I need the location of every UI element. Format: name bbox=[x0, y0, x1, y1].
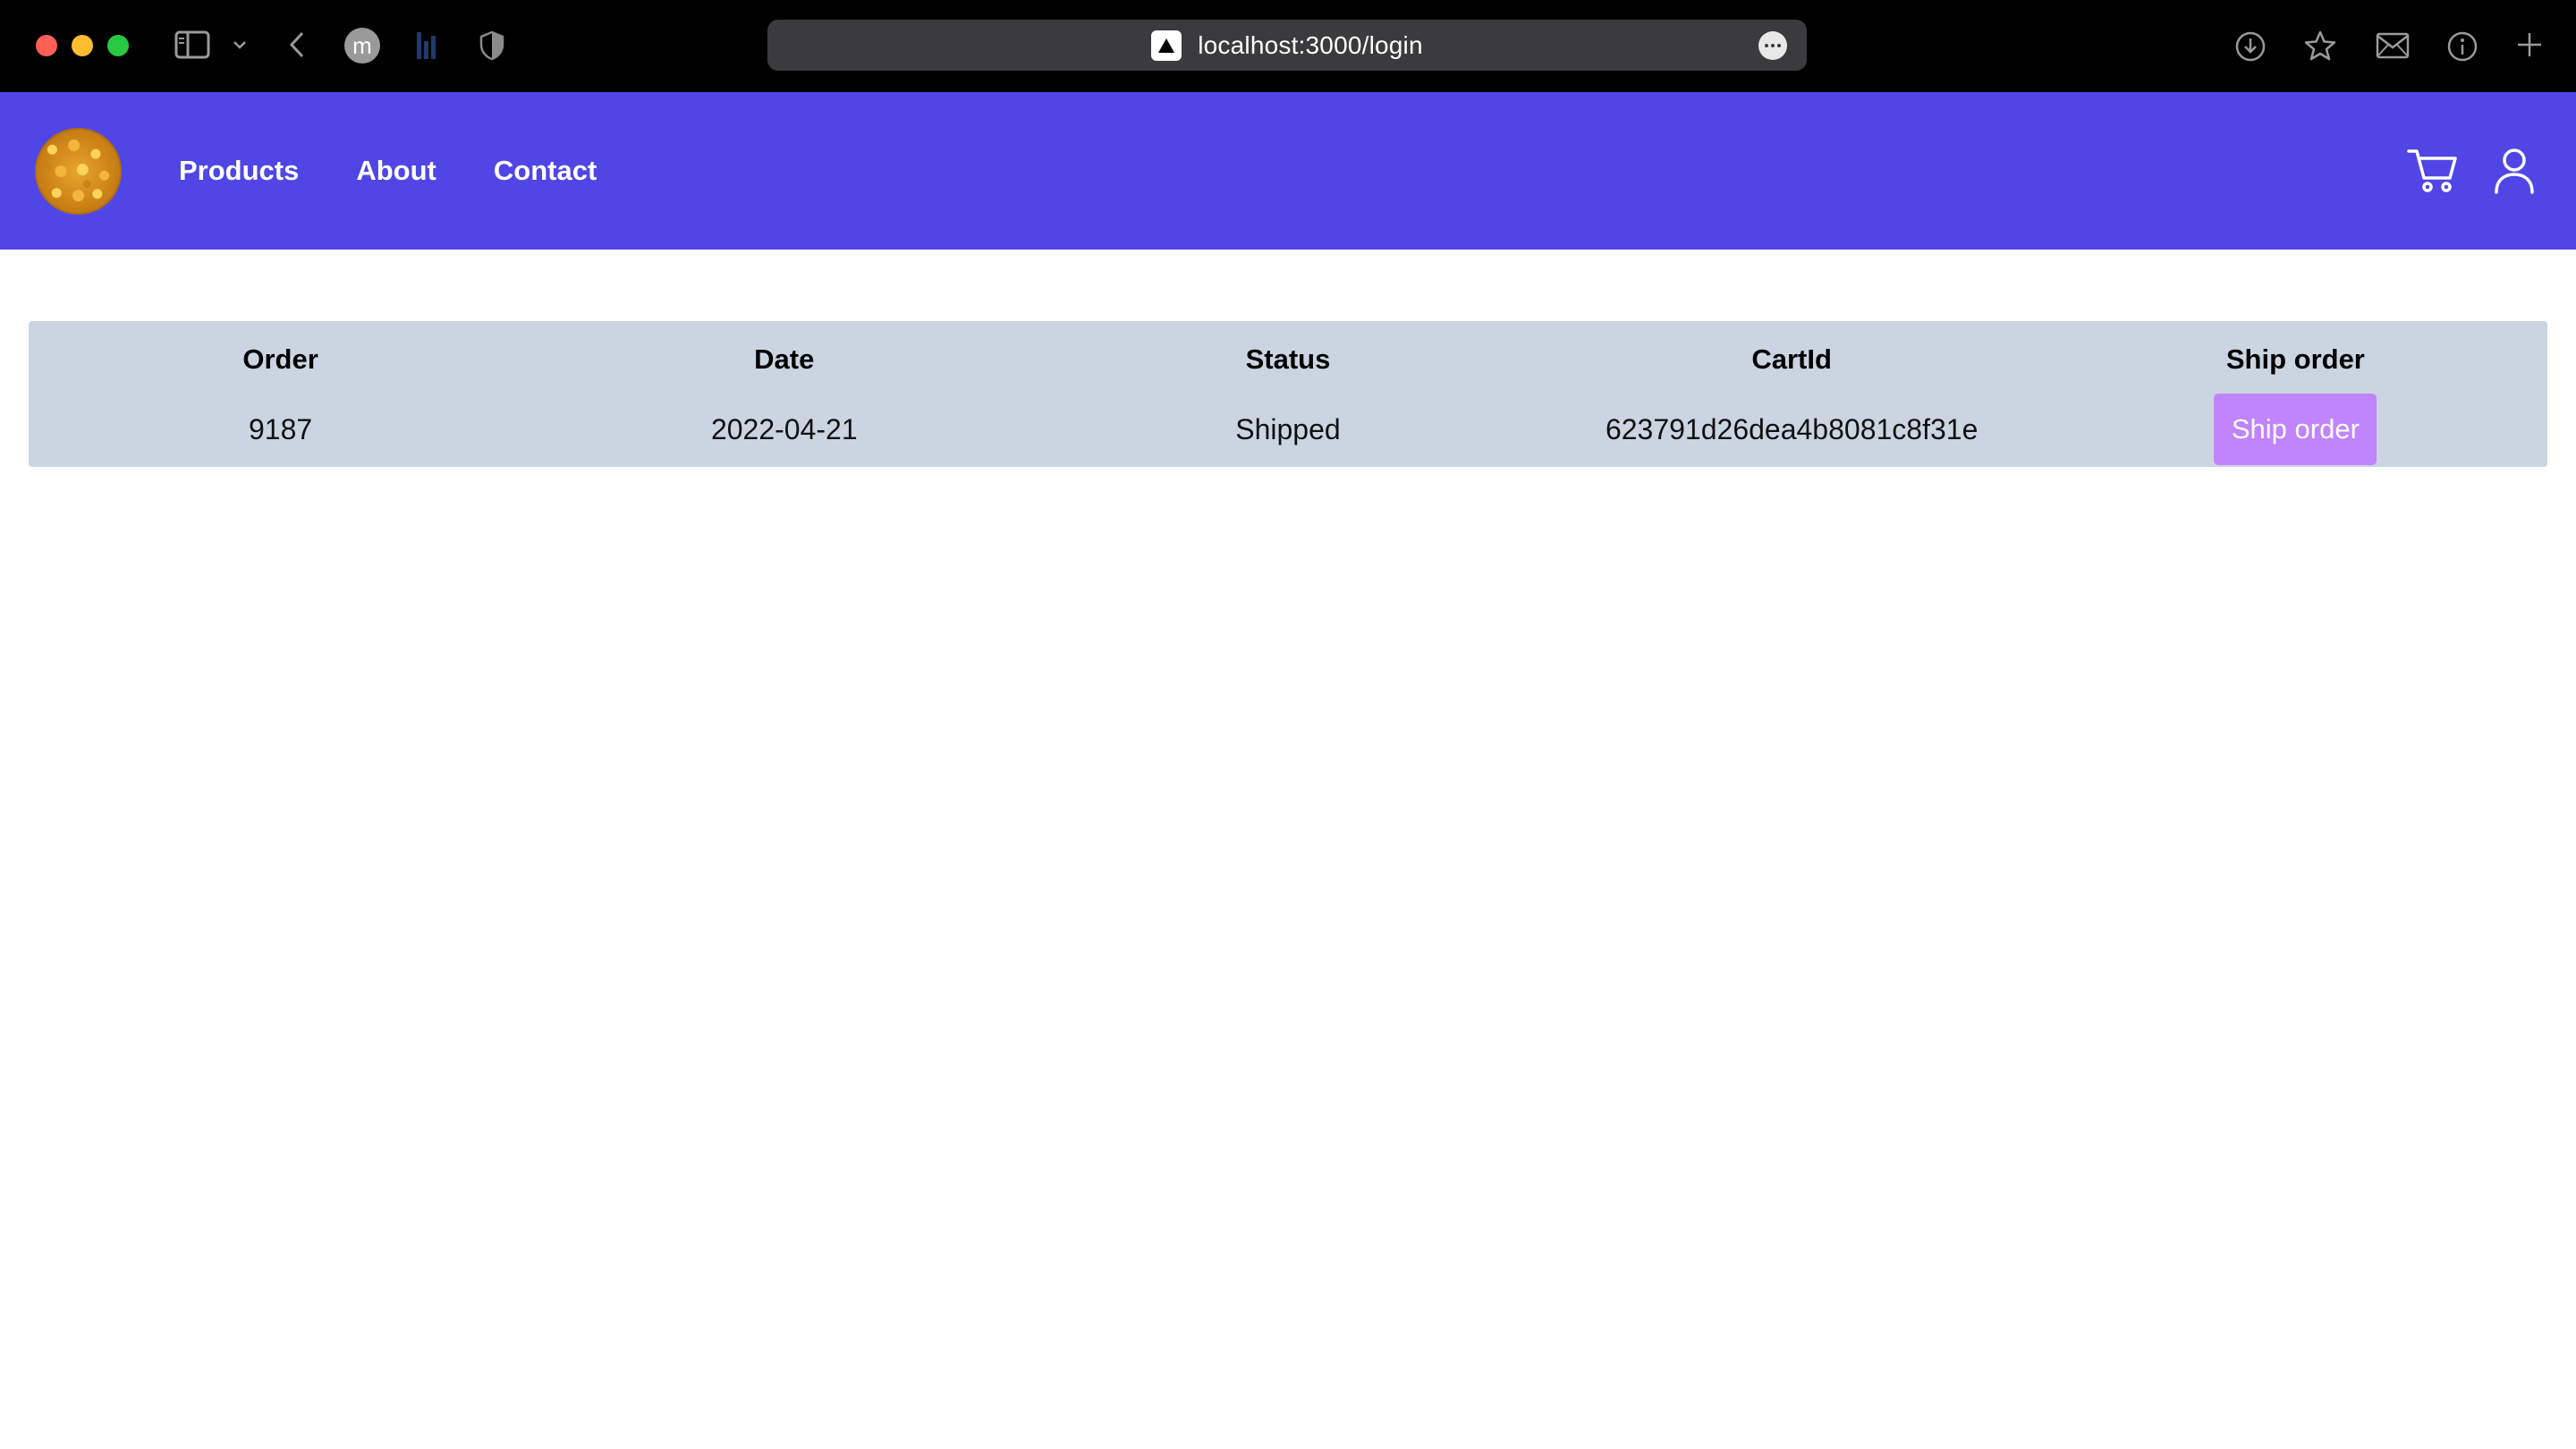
profile-initial: m bbox=[352, 31, 372, 59]
back-icon[interactable] bbox=[284, 27, 309, 63]
maximize-window-button[interactable] bbox=[107, 35, 129, 56]
column-header-order: Order bbox=[242, 343, 318, 375]
nav-link-contact[interactable]: Contact bbox=[494, 155, 597, 187]
table-row: 9187 2022-04-21 Shipped 623791d26dea4b80… bbox=[29, 393, 2547, 470]
browser-window: m localhost:3000/login Products About Co… bbox=[0, 0, 2576, 1449]
sidebar-toggle-icon[interactable] bbox=[174, 29, 211, 61]
order-status-cell: Shipped bbox=[1235, 412, 1341, 445]
profile-avatar[interactable]: m bbox=[344, 28, 380, 64]
orders-table-panel: Order Date Status CartId Ship order 9187… bbox=[29, 321, 2547, 467]
close-window-button[interactable] bbox=[36, 35, 57, 56]
info-icon[interactable] bbox=[2445, 29, 2480, 64]
minimize-window-button[interactable] bbox=[72, 35, 93, 56]
nav-link-products[interactable]: Products bbox=[179, 155, 299, 187]
order-number-cell: 9187 bbox=[249, 412, 313, 445]
url-text: localhost:3000/login bbox=[1198, 30, 1423, 59]
shield-icon[interactable] bbox=[477, 29, 507, 63]
site-header: Products About Contact bbox=[0, 92, 2576, 250]
nav-link-about[interactable]: About bbox=[356, 155, 436, 187]
user-account-icon[interactable] bbox=[2492, 146, 2537, 196]
new-tab-plus-icon[interactable] bbox=[2513, 29, 2546, 61]
column-header-status: Status bbox=[1245, 343, 1331, 375]
orders-table: Order Date Status CartId Ship order 9187… bbox=[29, 321, 2547, 470]
bookmark-star-icon[interactable] bbox=[2302, 28, 2338, 64]
cart-id-cell: 623791d26dea4b8081c8f31e bbox=[1605, 412, 1979, 445]
mail-icon[interactable] bbox=[2374, 30, 2411, 61]
extension-bars-icon[interactable] bbox=[413, 30, 440, 62]
cart-icon[interactable] bbox=[2406, 146, 2460, 196]
chevron-down-icon[interactable] bbox=[231, 34, 249, 55]
browser-toolbar: m localhost:3000/login bbox=[0, 0, 2576, 92]
site-logo[interactable] bbox=[35, 128, 122, 215]
address-bar[interactable]: localhost:3000/login bbox=[767, 20, 1807, 71]
column-header-cartid: CartId bbox=[1751, 343, 1832, 375]
ship-order-cell: Ship order bbox=[2044, 393, 2547, 470]
nav-links: Products About Contact bbox=[179, 92, 597, 250]
order-date-cell: 2022-04-21 bbox=[710, 412, 858, 445]
column-header-date: Date bbox=[754, 343, 815, 375]
page-menu-icon[interactable] bbox=[1758, 31, 1787, 60]
table-header-row: Order Date Status CartId Ship order bbox=[29, 321, 2547, 393]
ship-order-button[interactable]: Ship order bbox=[2214, 394, 2377, 465]
site-favicon-icon bbox=[1151, 30, 1182, 61]
column-header-ship-order: Ship order bbox=[2225, 343, 2365, 375]
download-icon[interactable] bbox=[2233, 29, 2268, 64]
